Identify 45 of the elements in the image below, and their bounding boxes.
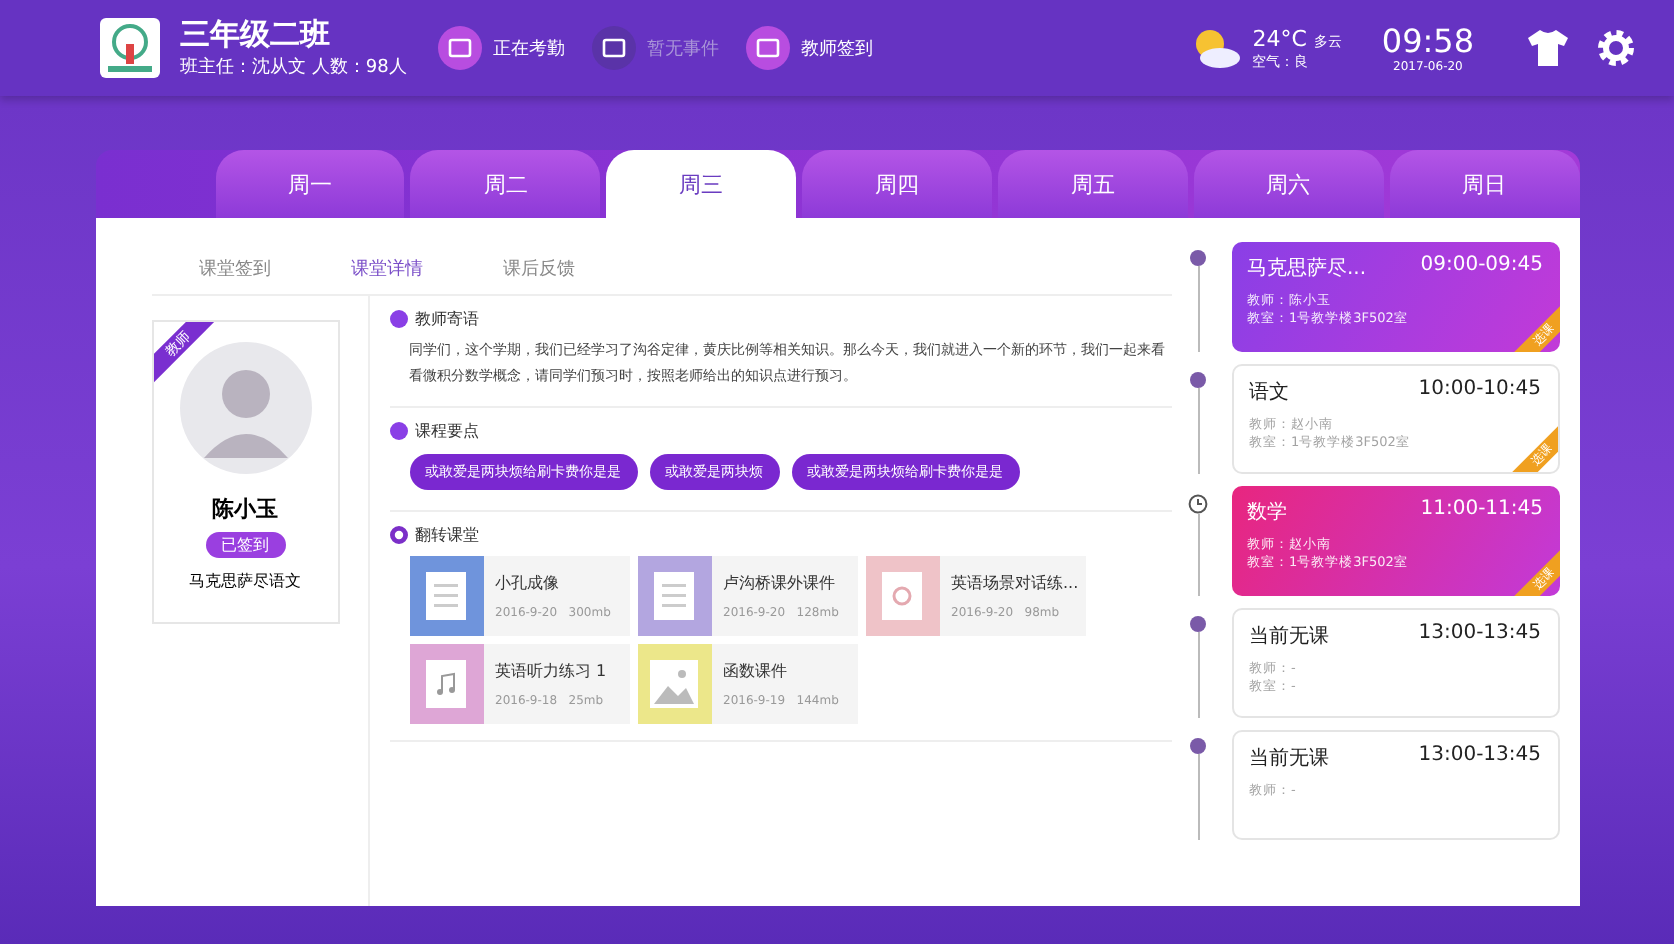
day-tab[interactable]: 周四 [802, 150, 992, 218]
video-file-icon [882, 572, 922, 620]
school-logo-icon [100, 18, 160, 78]
clock-time: 09:58 [1381, 22, 1474, 60]
course-name: 当前无课 [1249, 623, 1329, 650]
file-name: 函数课件 [723, 660, 789, 682]
course-name: 马克思萨尽... [1247, 255, 1367, 282]
teacher-name: 陈小玉 [212, 494, 278, 524]
music-file-icon [426, 660, 466, 708]
course-time: 11:00-11:45 [1420, 498, 1543, 524]
class-name: 三年级二班 [180, 16, 332, 54]
document-icon [426, 572, 466, 620]
day-tab[interactable]: 周五 [997, 150, 1188, 218]
section-tab[interactable]: 课堂详情 [351, 242, 423, 294]
day-tab[interactable]: 周二 [410, 150, 601, 218]
document-icon [654, 572, 694, 620]
section-title: 课程要点 [415, 420, 479, 442]
day-tab[interactable]: 周日 [1389, 150, 1580, 218]
course-time: 13:00-13:45 [1418, 622, 1541, 648]
header-action-button[interactable]: 教师签到 [746, 26, 873, 70]
shirt-icon[interactable] [1526, 28, 1570, 68]
class-info: 班主任：沈从文 人数：98人 [180, 55, 407, 80]
file-name: 英语场景对话练... [951, 572, 1079, 594]
course-time: 10:00-10:45 [1418, 378, 1541, 404]
signed-in-badge: 已签到 [205, 532, 285, 558]
header-action-button[interactable]: 正在考勤 [438, 26, 565, 70]
settings-icon[interactable] [1594, 26, 1638, 70]
ring-bullet-icon [389, 526, 407, 544]
course-name: 当前无课 [1249, 745, 1329, 772]
course-time: 13:00-13:45 [1418, 744, 1541, 770]
course-time: 09:00-09:45 [1420, 254, 1543, 280]
day-tab[interactable]: 周三 [606, 150, 797, 218]
file-name: 卢沟桥课外课件 [723, 572, 837, 594]
teacher-subject: 马克思萨尽语文 [189, 570, 301, 592]
file-name: 英语听力练习 1 [495, 660, 607, 682]
day-tab[interactable]: 周一 [215, 150, 405, 218]
section-tab[interactable]: 课堂签到 [199, 242, 271, 294]
day-tab[interactable]: 周六 [1193, 150, 1384, 218]
section-title: 翻转课堂 [415, 524, 479, 546]
section-tab[interactable]: 课后反馈 [503, 242, 575, 294]
course-name: 语文 [1249, 379, 1289, 406]
course-name: 数学 [1247, 500, 1287, 526]
file-name: 小孔成像 [495, 572, 561, 594]
image-file-icon [650, 660, 698, 708]
section-title: 教师寄语 [415, 308, 479, 330]
